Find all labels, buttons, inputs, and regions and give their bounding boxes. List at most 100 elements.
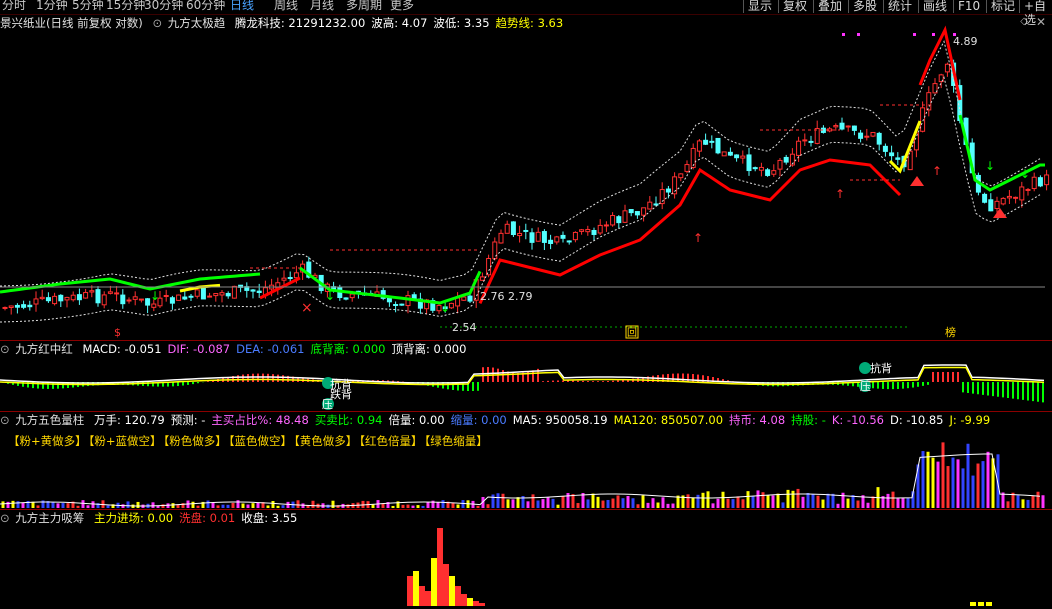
candle-body — [76, 294, 82, 301]
candle-body — [529, 232, 535, 243]
candle-body — [386, 297, 392, 303]
candle-body — [132, 296, 138, 300]
candle-body — [579, 229, 585, 232]
candle-body — [486, 258, 492, 276]
down-arrow-icon: ↓ — [325, 289, 335, 303]
macd-mark: 跌背 — [330, 387, 352, 401]
candle-body — [95, 289, 101, 304]
macd-title[interactable]: 九方红中红 — [15, 342, 73, 356]
panel-separator — [0, 340, 1052, 341]
capital-bar — [455, 586, 461, 606]
candle-body — [517, 232, 523, 237]
panel-separator — [0, 509, 1052, 510]
candle-body — [250, 289, 256, 292]
candle-body — [808, 140, 814, 143]
vol-item-12: J: -9.99 — [949, 413, 991, 427]
candle-body — [33, 298, 39, 305]
candle-body — [467, 295, 473, 302]
candle-body — [89, 290, 95, 293]
candle-body — [287, 277, 293, 280]
down-arrow-icon: ↓ — [150, 289, 160, 303]
macd-mark: 压 — [322, 398, 333, 411]
capital-bar — [443, 564, 449, 606]
capital-bar — [407, 576, 413, 606]
candle-body — [616, 216, 622, 224]
candle-body — [851, 125, 857, 131]
candle-body — [814, 128, 820, 144]
legend-item-4: 【黄色做多】 — [294, 434, 358, 448]
candle-body — [765, 169, 771, 176]
candle-body — [27, 304, 33, 308]
candle-body — [709, 140, 715, 143]
candle-body — [610, 215, 616, 226]
capital-bar — [467, 598, 473, 606]
candle-body — [21, 304, 27, 308]
macd-item-2: DEA: -0.061 — [236, 342, 305, 356]
candle-body — [647, 201, 653, 210]
candle-body — [256, 290, 262, 294]
cap-item-1: 洗盘: 0.01 — [179, 511, 236, 525]
candle-body — [207, 295, 213, 298]
up-arrow-icon: ↑ — [693, 231, 703, 245]
candle-body — [504, 223, 510, 234]
candle-body — [876, 132, 882, 145]
volume-values: 万手: 120.79 预测: - 主买占比%: 48.48 买卖比: 0.94 倍量: … — [94, 413, 996, 427]
macd-panel-header: ⊙ 九方红中红 MACD: -0.051 DIF: -0.087 DEA: -0.0… — [0, 342, 478, 356]
candle-body — [591, 230, 597, 235]
trend-line-green — [0, 272, 261, 294]
cross-icon: × — [301, 300, 313, 316]
settings-circle-icon[interactable]: ⊙ — [0, 342, 10, 356]
cap-item-0: 主力进场: 0.00 — [93, 511, 174, 525]
macd-item-1: DIF: -0.087 — [167, 342, 231, 356]
legend-item-1: 【粉+蓝做空】 — [88, 434, 162, 448]
high-price-label: 4.89 — [953, 35, 978, 48]
vol-item-1: 预测: - — [170, 413, 206, 427]
settings-circle-icon[interactable]: ⊙ — [0, 413, 10, 427]
capital-bar — [978, 602, 984, 606]
vol-item-6: MA5: 950058.19 — [512, 413, 608, 427]
candle-body — [603, 224, 609, 227]
candle-body — [126, 299, 132, 302]
up-arrow-icon: ↑ — [835, 187, 845, 201]
candle-body — [39, 296, 45, 300]
candle-body — [1006, 195, 1012, 199]
mark-label: 榜 — [945, 325, 956, 339]
candle-body — [225, 292, 231, 297]
volume-panel-header: ⊙ 九方五色量柱 万手: 120.79 预测: - 主买占比%: 48.48 买卖比:… — [0, 413, 1002, 427]
capital-bar — [431, 558, 437, 606]
legend-item-2: 【粉色做多】 — [163, 434, 227, 448]
candle-body — [64, 296, 70, 301]
legend-item-6: 【绿色缩量】 — [424, 434, 488, 448]
candle-body — [188, 295, 194, 298]
candle-body — [219, 292, 225, 296]
price-label: 2.79 — [508, 290, 533, 303]
candle-body — [45, 297, 51, 302]
warning-triangle-icon — [993, 208, 1007, 218]
candle-body — [1031, 176, 1037, 190]
candle-body — [926, 92, 932, 111]
vol-item-3: 买卖比: 0.94 — [314, 413, 383, 427]
candle-body — [213, 293, 219, 297]
candle-body — [479, 276, 485, 281]
signal-dot — [842, 33, 845, 36]
candle-body — [833, 125, 839, 128]
volume-title[interactable]: 九方五色量柱 — [15, 413, 84, 427]
mark-label: 回 — [627, 327, 637, 339]
candle-body — [83, 292, 89, 299]
candle-body — [988, 199, 994, 212]
candle-body — [1000, 197, 1006, 205]
candle-body — [864, 135, 870, 138]
candle-body — [777, 159, 783, 170]
upper-band-line — [0, 40, 1041, 287]
candle-body — [535, 231, 541, 242]
lower-band-line — [0, 76, 1041, 323]
candle-body — [665, 188, 671, 193]
candle-body — [585, 228, 591, 233]
candle-body — [746, 154, 752, 172]
volume-ma-line — [0, 453, 1041, 507]
candle-body — [734, 154, 740, 159]
candle-body — [1013, 196, 1019, 199]
settings-circle-icon[interactable]: ⊙ — [0, 511, 10, 525]
candle-body — [114, 292, 120, 295]
capital-title[interactable]: 九方主力吸筹 — [15, 511, 84, 525]
